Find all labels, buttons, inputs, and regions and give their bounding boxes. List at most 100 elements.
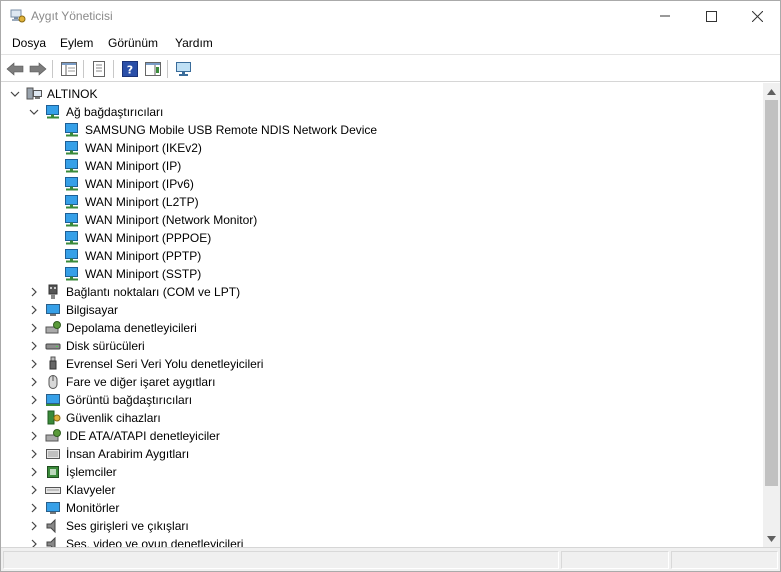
category-network-adapters[interactable]: Ağ bağdaştırıcıları <box>1 103 741 121</box>
chevron-right-icon[interactable] <box>28 466 40 478</box>
device-category[interactable]: Disk sürücüleri <box>1 337 741 355</box>
chevron-right-icon[interactable] <box>28 538 40 547</box>
chevron-right-icon[interactable] <box>28 412 40 424</box>
maximize-button[interactable] <box>688 1 734 31</box>
device-category[interactable]: Ses, video ve oyun denetleyicileri <box>1 535 741 547</box>
computer-icon <box>26 86 42 102</box>
menu-eylem[interactable]: Eylem <box>60 36 93 50</box>
chevron-right-icon[interactable] <box>28 376 40 388</box>
scroll-down-arrow-icon[interactable] <box>763 530 780 547</box>
device-category[interactable]: Fare ve diğer işaret aygıtları <box>1 373 741 391</box>
close-button[interactable] <box>734 1 780 31</box>
chevron-right-icon[interactable] <box>28 484 40 496</box>
help-icon[interactable]: ? <box>120 59 140 79</box>
ide-controller-icon <box>45 428 61 444</box>
toolbar: ? <box>1 54 780 82</box>
device-category[interactable]: Bilgisayar <box>1 301 741 319</box>
menu-gorunum[interactable]: Görünüm <box>108 36 158 50</box>
action-view-icon[interactable] <box>143 59 163 79</box>
network-adapter-icon <box>64 176 80 192</box>
tree-root[interactable]: ALTINOK <box>1 85 741 103</box>
chevron-right-icon[interactable] <box>28 520 40 532</box>
network-adapter-label: WAN Miniport (IKEv2) <box>85 141 202 155</box>
chevron-right-icon[interactable] <box>28 358 40 370</box>
category-label: Ses, video ve oyun denetleyicileri <box>66 537 244 547</box>
mouse-icon <box>45 374 61 390</box>
toolbar-separator <box>167 60 168 78</box>
window-title: Aygıt Yöneticisi <box>31 9 113 23</box>
category-label: Disk sürücüleri <box>66 339 145 353</box>
tree-root-label: ALTINOK <box>47 87 98 101</box>
category-label: Güvenlik cihazları <box>66 411 161 425</box>
network-adapter-label: WAN Miniport (IP) <box>85 159 182 173</box>
network-adapter-item[interactable]: WAN Miniport (SSTP) <box>1 265 741 283</box>
chevron-right-icon[interactable] <box>28 322 40 334</box>
device-category[interactable]: Bağlantı noktaları (COM ve LPT) <box>1 283 741 301</box>
device-category[interactable]: Güvenlik cihazları <box>1 409 741 427</box>
network-adapter-icon <box>64 230 80 246</box>
network-adapter-item[interactable]: WAN Miniport (IP) <box>1 157 741 175</box>
sound-video-icon <box>45 536 61 547</box>
network-adapter-item[interactable]: WAN Miniport (Network Monitor) <box>1 211 741 229</box>
device-manager-icon <box>10 9 26 23</box>
scan-hardware-icon[interactable] <box>174 59 194 79</box>
network-adapter-item[interactable]: WAN Miniport (PPPOE) <box>1 229 741 247</box>
device-category[interactable]: Monitörler <box>1 499 741 517</box>
category-label: Bilgisayar <box>66 303 119 317</box>
minimize-button[interactable] <box>642 1 688 31</box>
device-category[interactable]: İşlemciler <box>1 463 741 481</box>
scroll-up-arrow-icon[interactable] <box>763 83 780 100</box>
chevron-right-icon[interactable] <box>28 448 40 460</box>
device-category[interactable]: Görüntü bağdaştırıcıları <box>1 391 741 409</box>
device-manager-window: Aygıt Yöneticisi Dosya Eylem Görünüm Yar… <box>0 0 781 572</box>
chevron-right-icon[interactable] <box>28 304 40 316</box>
network-adapter-label: SAMSUNG Mobile USB Remote NDIS Network D… <box>85 123 378 137</box>
menu-yardim[interactable]: Yardım <box>175 36 213 50</box>
title-bar: Aygıt Yöneticisi <box>1 1 780 32</box>
menu-dosya[interactable]: Dosya <box>12 36 46 50</box>
chevron-right-icon[interactable] <box>28 502 40 514</box>
category-label: Bağlantı noktaları (COM ve LPT) <box>66 285 241 299</box>
network-adapter-label: WAN Miniport (PPPOE) <box>85 231 212 245</box>
device-category[interactable]: İnsan Arabirim Aygıtları <box>1 445 741 463</box>
keyboard-icon <box>45 482 61 498</box>
network-adapter-icon <box>64 266 80 282</box>
network-adapter-item[interactable]: SAMSUNG Mobile USB Remote NDIS Network D… <box>1 121 741 139</box>
properties-icon[interactable] <box>89 59 109 79</box>
svg-text:?: ? <box>127 64 133 77</box>
chevron-right-icon[interactable] <box>28 340 40 352</box>
network-adapter-icon <box>64 194 80 210</box>
network-adapter-icon <box>64 122 80 138</box>
processor-icon <box>45 464 61 480</box>
forward-arrow-icon[interactable] <box>28 59 48 79</box>
disk-drive-icon <box>45 338 61 354</box>
network-adapter-label: WAN Miniport (PPTP) <box>85 249 202 263</box>
usb-icon <box>45 356 61 372</box>
device-category[interactable]: Depolama denetleyicileri <box>1 319 741 337</box>
network-adapter-item[interactable]: WAN Miniport (IKEv2) <box>1 139 741 157</box>
chevron-right-icon[interactable] <box>28 286 40 298</box>
network-adapter-item[interactable]: WAN Miniport (PPTP) <box>1 247 741 265</box>
network-adapter-label: WAN Miniport (L2TP) <box>85 195 199 209</box>
chevron-right-icon[interactable] <box>28 430 40 442</box>
chevron-down-icon[interactable] <box>28 106 40 118</box>
network-adapter-item[interactable]: WAN Miniport (IPv6) <box>1 175 741 193</box>
category-label: Ses girişleri ve çıkışları <box>66 519 189 533</box>
chevron-down-icon[interactable] <box>9 88 21 100</box>
chevron-right-icon[interactable] <box>28 394 40 406</box>
scrollbar-thumb[interactable] <box>765 100 778 486</box>
status-cell <box>561 551 669 569</box>
category-label: Fare ve diğer işaret aygıtları <box>66 375 216 389</box>
device-category[interactable]: Ses girişleri ve çıkışları <box>1 517 741 535</box>
vertical-scrollbar[interactable] <box>763 83 780 547</box>
device-category[interactable]: Evrensel Seri Veri Yolu denetleyicileri <box>1 355 741 373</box>
device-category[interactable]: Klavyeler <box>1 481 741 499</box>
show-hide-tree-icon[interactable] <box>59 59 79 79</box>
device-tree[interactable]: ALTINOK Ağ bağdaştırıcıları SAMSUNG Mobi… <box>1 83 763 547</box>
network-adapter-item[interactable]: WAN Miniport (L2TP) <box>1 193 741 211</box>
device-category[interactable]: IDE ATA/ATAPI denetleyiciler <box>1 427 741 445</box>
back-arrow-icon[interactable] <box>5 59 25 79</box>
network-adapter-icon <box>64 158 80 174</box>
network-adapter-icon <box>45 104 61 120</box>
status-cell <box>671 551 778 569</box>
